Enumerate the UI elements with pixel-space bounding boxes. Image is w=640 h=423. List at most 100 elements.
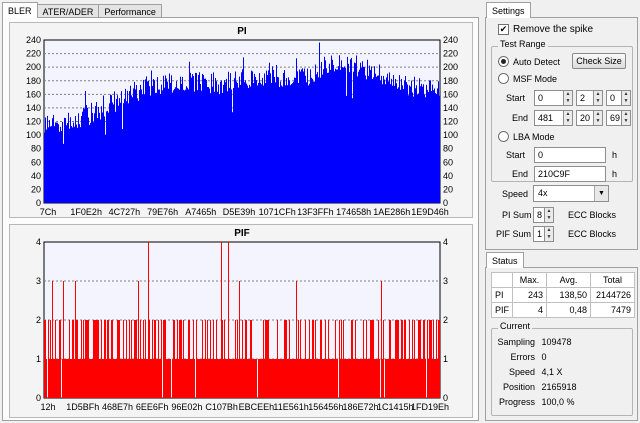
auto-detect-radio[interactable]: [498, 56, 509, 67]
msf-start-min-spinner[interactable]: ▲ ▼: [564, 90, 573, 106]
pif-bar: [374, 359, 375, 398]
pif-bar: [397, 320, 398, 398]
speed-select[interactable]: 4x ▼: [533, 185, 609, 202]
pif-bar: [114, 359, 115, 398]
pi-bar: [290, 85, 291, 203]
remove-spike-row[interactable]: ✔ Remove the spike: [498, 24, 593, 35]
pi-bar: [169, 73, 170, 203]
pi-bar: [129, 91, 130, 203]
pi-bar: [123, 103, 124, 203]
pif-bar: [82, 359, 83, 398]
pif-bar: [319, 359, 320, 398]
pi-bar: [308, 85, 309, 203]
msf-start-frame-spinner[interactable]: ▲ ▼: [622, 90, 631, 106]
lba-start-input[interactable]: 0: [534, 147, 606, 163]
pif-bar: [117, 320, 118, 398]
pif-bar: [279, 359, 280, 398]
remove-spike-checkbox[interactable]: ✔: [498, 24, 509, 35]
tab-performance[interactable]: Performance: [98, 4, 162, 18]
pif-bar: [378, 320, 379, 398]
msf-mode-option[interactable]: MSF Mode: [498, 73, 557, 84]
pif-bar: [209, 359, 210, 398]
pif-bar: [178, 359, 179, 398]
pi-bar: [110, 94, 111, 203]
status-row-pi: PI 243 138,50 2144726: [490, 287, 636, 303]
msf-mode-radio[interactable]: [498, 73, 509, 84]
pif-sum-input[interactable]: 1: [533, 226, 545, 242]
pi-sum-input[interactable]: 8: [533, 207, 545, 223]
pif-bar: [342, 359, 343, 398]
pi-bar: [230, 73, 231, 203]
pi-bar: [159, 89, 160, 203]
pif-bar: [333, 359, 334, 398]
pi-bar: [130, 85, 131, 203]
pi-sum-spinner[interactable]: ▲ ▼: [545, 207, 554, 223]
pi-bar: [174, 88, 175, 203]
pi-bar: [271, 82, 272, 203]
pi-bar: [280, 81, 281, 203]
pif-bar: [274, 359, 275, 398]
lba-mode-radio[interactable]: [498, 131, 509, 142]
pif-bar: [247, 359, 248, 398]
x-tick-label: 6EE6Fh: [136, 402, 169, 412]
check-size-button[interactable]: Check Size: [572, 53, 626, 69]
pif-bar: [361, 359, 362, 398]
pif-bar: [228, 242, 229, 398]
tab-bar: BLER ATER/ADER Performance: [2, 2, 162, 18]
msf-start-min-input[interactable]: 0: [534, 90, 564, 106]
msf-start-sec-input[interactable]: 2: [576, 90, 594, 106]
msf-start-frame-input[interactable]: 0: [606, 90, 622, 106]
pif-bar: [343, 320, 344, 398]
pif-bar: [163, 320, 164, 398]
pi-bar: [118, 105, 119, 203]
lba-end-input[interactable]: 210C9F: [534, 166, 606, 182]
tab-ater-ader[interactable]: ATER/ADER: [36, 4, 100, 18]
pif-bar: [94, 320, 95, 398]
pif-bar: [352, 320, 353, 398]
lba-mode-option[interactable]: LBA Mode: [498, 131, 555, 142]
pi-bar: [60, 126, 61, 203]
pif-bar: [208, 359, 209, 398]
pif-bar: [249, 359, 250, 398]
pif-bar: [408, 359, 409, 398]
status-header-total: Total: [590, 272, 636, 288]
status-tabbar: Status: [486, 252, 524, 268]
pif-bar: [267, 320, 268, 398]
pi-bar: [393, 74, 394, 203]
pif-bar: [165, 320, 166, 398]
pif-bar: [411, 359, 412, 398]
pi-bar: [251, 70, 252, 203]
tab-bler[interactable]: BLER: [2, 2, 38, 18]
pi-bar: [133, 88, 134, 203]
pi-bar: [207, 86, 208, 203]
pif-bar: [150, 359, 151, 398]
pi-bar: [64, 117, 65, 203]
pi-bar: [179, 89, 180, 203]
msf-end-frame-input[interactable]: 69: [606, 110, 622, 126]
msf-end-frame-spinner[interactable]: ▲ ▼: [622, 110, 631, 126]
pi-bar: [439, 95, 440, 203]
pif-bar: [298, 320, 299, 398]
pi-bar: [306, 82, 307, 203]
pif-bar: [102, 359, 103, 398]
pif-bar: [120, 359, 121, 398]
pi-bar: [102, 112, 103, 203]
pif-bar: [155, 320, 156, 398]
pi-bar: [150, 95, 151, 203]
msf-end-sec-input[interactable]: 20: [576, 110, 594, 126]
chevron-down-icon[interactable]: ▼: [594, 186, 608, 201]
msf-start-sec-spinner[interactable]: ▲ ▼: [594, 90, 603, 106]
pif-sum-spinner[interactable]: ▲ ▼: [545, 226, 554, 242]
pi-bar: [152, 85, 153, 203]
msf-end-min-spinner[interactable]: ▲ ▼: [564, 110, 573, 126]
pi-bar: [303, 71, 304, 203]
pif-bar: [69, 320, 70, 398]
pif-bar: [330, 359, 331, 398]
pi-bar: [237, 82, 238, 203]
auto-detect-option[interactable]: Auto Detect: [498, 56, 560, 67]
msf-end-min-input[interactable]: 481: [534, 110, 564, 126]
msf-end-sec-spinner[interactable]: ▲ ▼: [594, 110, 603, 126]
pif-bar: [95, 320, 96, 398]
pif-bar: [187, 359, 188, 398]
pif-bar: [322, 359, 323, 398]
